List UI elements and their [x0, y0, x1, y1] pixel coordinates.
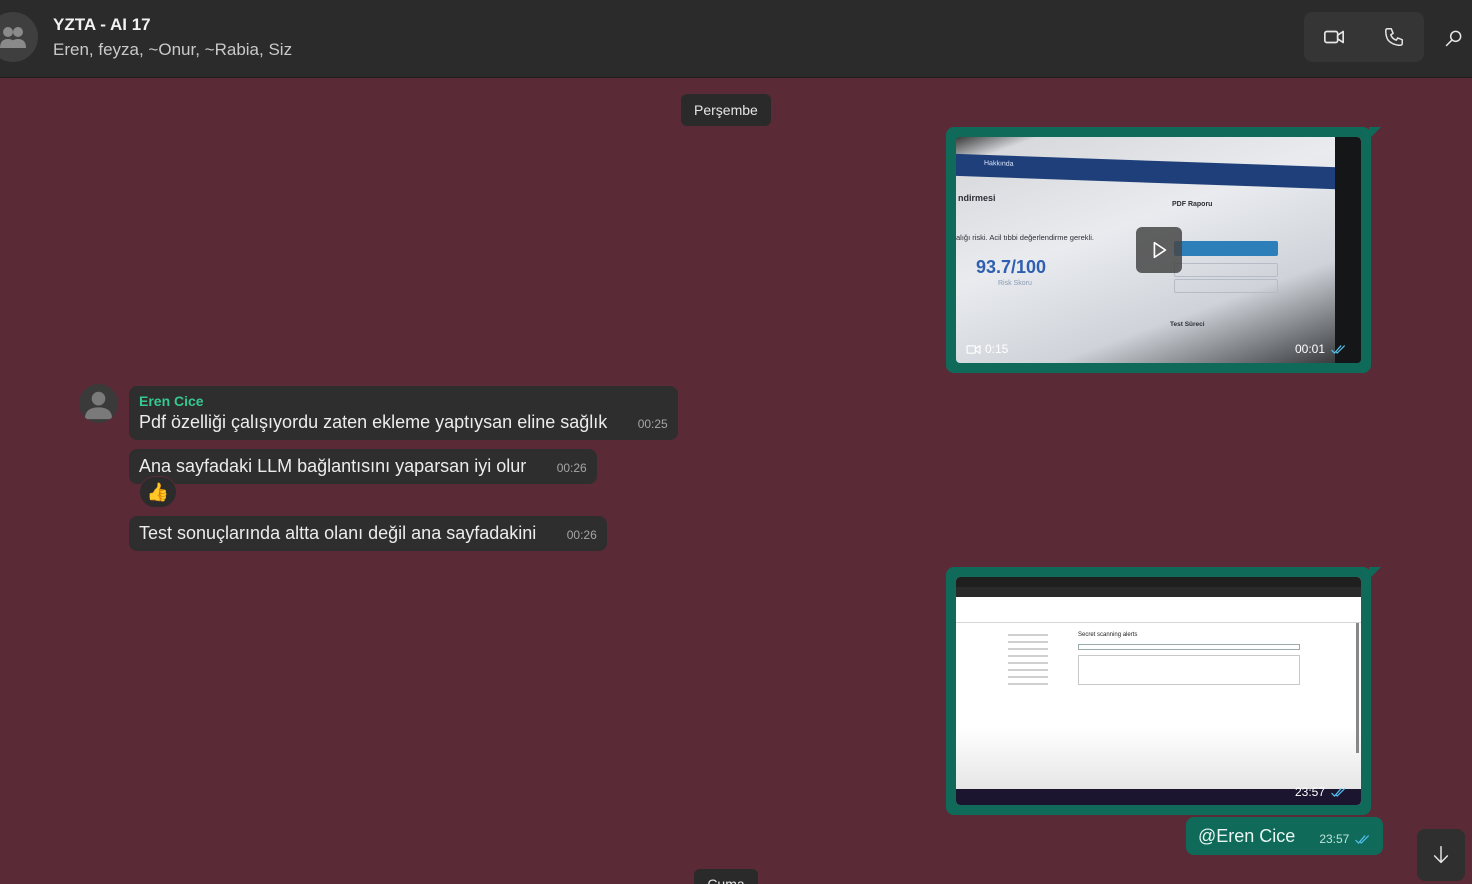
thumb-button — [1174, 263, 1278, 277]
date-separator: Perşembe — [681, 94, 771, 126]
read-ticks-icon — [1331, 787, 1345, 797]
message-meta: 23:57 — [1295, 785, 1347, 799]
chat-title[interactable]: YZTA - AI 17 — [53, 15, 151, 35]
group-icon — [0, 27, 26, 48]
play-button[interactable] — [1136, 227, 1182, 273]
call-button-group — [1304, 12, 1424, 62]
thumb-text: Risk Skoru — [998, 280, 1032, 287]
message-time: 00:26 — [566, 528, 597, 542]
message-text: Ana sayfadaki LLM bağlantısını yaparsan … — [139, 456, 527, 476]
thumb-button — [1174, 279, 1278, 293]
reaction-badge[interactable]: 👍 — [139, 476, 177, 508]
person-icon — [84, 391, 113, 420]
message-time: 00:25 — [637, 417, 668, 431]
scroll-to-bottom-button[interactable] — [1417, 829, 1465, 881]
video-camera-icon — [1324, 30, 1344, 44]
video-message[interactable]: Hakkında ndirmesi alığı riski. Acil tıbb… — [946, 127, 1381, 373]
thumb-text: Hakkında — [984, 159, 1014, 168]
incoming-message[interactable]: Ana sayfadaki LLM bağlantısını yaparsan … — [129, 449, 597, 484]
thumb-button — [1174, 241, 1278, 256]
message-time: 00:26 — [556, 461, 587, 475]
duration-text: 0:15 — [985, 342, 1009, 356]
phone-icon — [1385, 28, 1403, 46]
message-list[interactable]: Perşembe Hakkında ndirmesi alığı riski. … — [0, 79, 1472, 884]
incoming-message[interactable]: Eren Cice Pdf özelliği çalışıyordu zaten… — [129, 386, 678, 440]
sender-avatar[interactable] — [79, 384, 118, 423]
group-avatar[interactable] — [0, 12, 38, 62]
outgoing-message[interactable]: @Eren Cice 23:57 — [1186, 817, 1384, 855]
video-thumbnail[interactable]: Hakkında ndirmesi alığı riski. Acil tıbb… — [956, 137, 1361, 363]
date-separator: Cuma — [694, 869, 758, 884]
read-ticks-icon — [1355, 834, 1370, 844]
voice-call-button[interactable] — [1364, 12, 1424, 62]
read-ticks-icon — [1331, 344, 1345, 354]
video-call-button[interactable] — [1304, 12, 1364, 62]
search-icon — [1445, 30, 1462, 47]
sender-name[interactable]: Eren Cice — [139, 393, 668, 409]
incoming-message[interactable]: Test sonuçlarında altta olanı değil ana … — [129, 516, 607, 551]
video-camera-icon — [966, 344, 981, 354]
search-button[interactable] — [1438, 22, 1470, 54]
thumb-score: 93.7/100 — [976, 257, 1047, 277]
message-text: Test sonuçlarında altta olanı değil ana … — [139, 523, 537, 543]
chat-members[interactable]: Eren, feyza, ~Onur, ~Rabia, Siz — [53, 40, 292, 60]
message-meta: 00:01 — [1295, 342, 1347, 356]
message-text: @Eren Cice — [1198, 825, 1296, 846]
message-time: 23:57 — [1319, 832, 1350, 846]
chat-header: YZTA - AI 17 Eren, feyza, ~Onur, ~Rabia,… — [0, 0, 1472, 78]
message-text: Pdf özelliği çalışıyordu zaten ekleme ya… — [139, 412, 608, 432]
image-thumbnail[interactable]: Secret scanning alerts 23:57 — [956, 577, 1361, 805]
message-time: 23:57 — [1294, 785, 1325, 799]
message-time: 00:01 — [1294, 342, 1325, 356]
thumb-text: ndirmesi — [958, 193, 996, 203]
video-duration: 0:15 — [966, 342, 1008, 356]
image-message[interactable]: Secret scanning alerts 23:57 — [946, 567, 1381, 815]
thumb-text: PDF Raporu — [1172, 201, 1213, 208]
thumb-text: Test Süreci — [1170, 321, 1205, 328]
thumb-text: Secret scanning alerts — [1078, 632, 1138, 638]
play-icon — [1153, 241, 1167, 259]
thumb-text: alığı riski. Acil tıbbi değerlendirme ge… — [956, 233, 1094, 242]
arrow-down-icon — [1433, 846, 1449, 864]
